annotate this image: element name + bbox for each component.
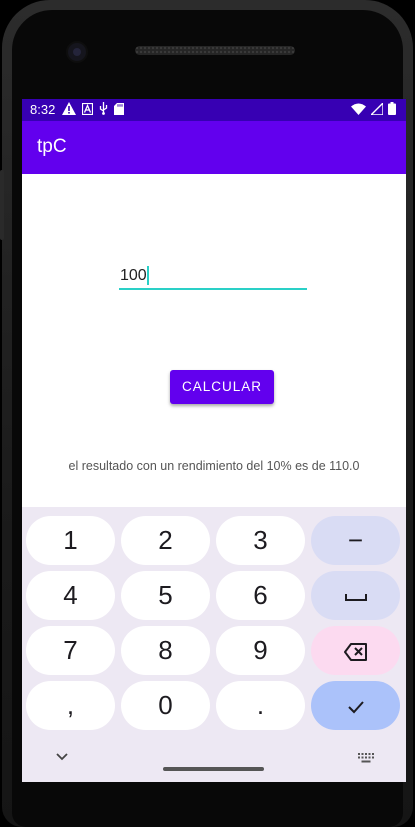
calcular-button[interactable]: CALCULAR [170,370,274,404]
side-button [0,170,4,240]
check-icon [347,701,364,714]
key-9[interactable]: 9 [216,626,305,675]
space-icon [344,594,367,602]
key-2[interactable]: 2 [121,516,210,565]
gesture-handle[interactable] [163,767,264,771]
wifi-icon [351,103,366,115]
numeric-keyboard: 1 2 3 − 4 5 6 7 8 9 , 0 . [22,507,406,782]
text-cursor [147,266,149,285]
key-4[interactable]: 4 [26,571,115,620]
result-text: el resultado con un rendimiento del 10% … [68,459,360,473]
earpiece-speaker [135,46,295,55]
chevron-down-icon[interactable] [55,752,69,761]
status-bar: 8:32 [22,99,406,121]
key-backspace[interactable] [311,626,400,675]
key-comma[interactable]: , [26,681,115,730]
usb-icon [99,102,108,115]
key-5[interactable]: 5 [121,571,210,620]
key-space[interactable] [311,571,400,620]
battery-icon [388,102,396,115]
warning-icon [62,102,76,115]
key-period[interactable]: . [216,681,305,730]
key-6[interactable]: 6 [216,571,305,620]
key-7[interactable]: 7 [26,626,115,675]
a-box-icon [82,102,93,115]
keyboard-icon[interactable] [358,753,374,764]
sd-card-icon [114,102,124,115]
status-notification-icons [62,102,124,115]
app-bar: tpC [22,121,406,174]
app-title: tpC [37,136,67,157]
key-3[interactable]: 3 [216,516,305,565]
key-done[interactable] [311,681,400,730]
signal-icon [371,102,383,115]
front-camera [68,43,86,61]
key-8[interactable]: 8 [121,626,210,675]
status-system-icons [351,102,396,115]
backspace-icon [343,643,367,662]
key-minus[interactable]: − [311,516,400,565]
key-1[interactable]: 1 [26,516,115,565]
device-screen: 8:32 tpC 100 CALCULAR el resultado con u… [22,99,406,782]
status-time: 8:32 [30,102,56,117]
key-0[interactable]: 0 [121,681,210,730]
